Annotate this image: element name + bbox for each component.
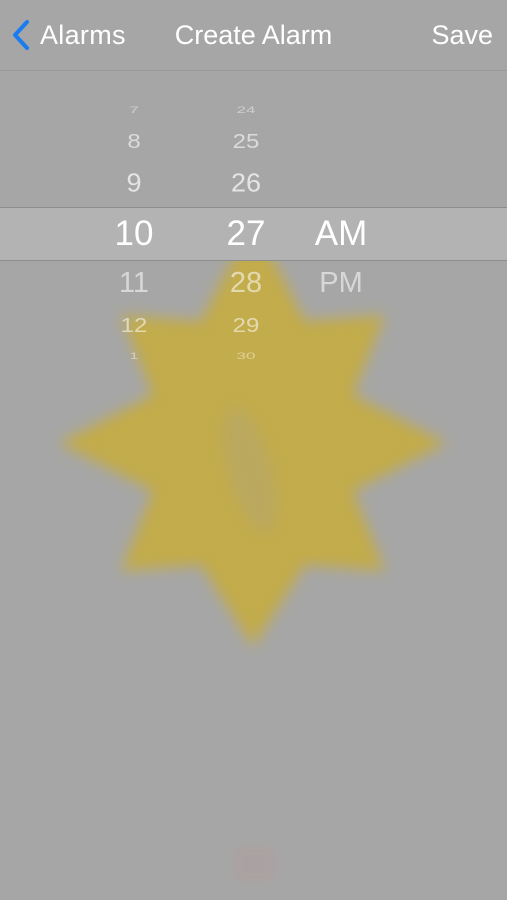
period-wheel[interactable]: AM PM — [298, 90, 384, 380]
hour-option[interactable]: 1 — [92, 351, 176, 362]
period-option[interactable]: PM — [298, 267, 384, 300]
minute-option[interactable]: 24 — [204, 105, 288, 116]
hour-option[interactable]: 7 — [92, 105, 176, 116]
save-button[interactable]: Save — [431, 14, 493, 56]
minute-option[interactable]: 26 — [204, 169, 288, 198]
nav-bar: Alarms Create Alarm Save — [0, 0, 507, 71]
hour-option[interactable]: 8 — [92, 130, 176, 154]
hour-option[interactable]: 12 — [92, 314, 176, 338]
hour-option[interactable]: 9 — [92, 169, 176, 198]
period-selected[interactable]: AM — [298, 214, 384, 254]
minute-selected[interactable]: 27 — [204, 214, 288, 254]
hour-option[interactable]: 11 — [92, 267, 176, 300]
minute-option[interactable]: 25 — [204, 130, 288, 154]
minute-option[interactable]: 28 — [204, 267, 288, 300]
faint-glyph — [233, 846, 277, 882]
minute-option[interactable]: 30 — [204, 351, 288, 362]
minute-option[interactable]: 29 — [204, 314, 288, 338]
time-picker: 7 8 9 10 11 12 1 24 25 26 27 28 29 30 AM… — [0, 90, 507, 380]
create-alarm-screen: Alarms Create Alarm Save 7 8 9 10 11 12 … — [0, 0, 507, 900]
hour-wheel[interactable]: 7 8 9 10 11 12 1 — [92, 90, 176, 380]
hour-selected[interactable]: 10 — [92, 214, 176, 254]
minute-wheel[interactable]: 24 25 26 27 28 29 30 — [204, 90, 288, 380]
